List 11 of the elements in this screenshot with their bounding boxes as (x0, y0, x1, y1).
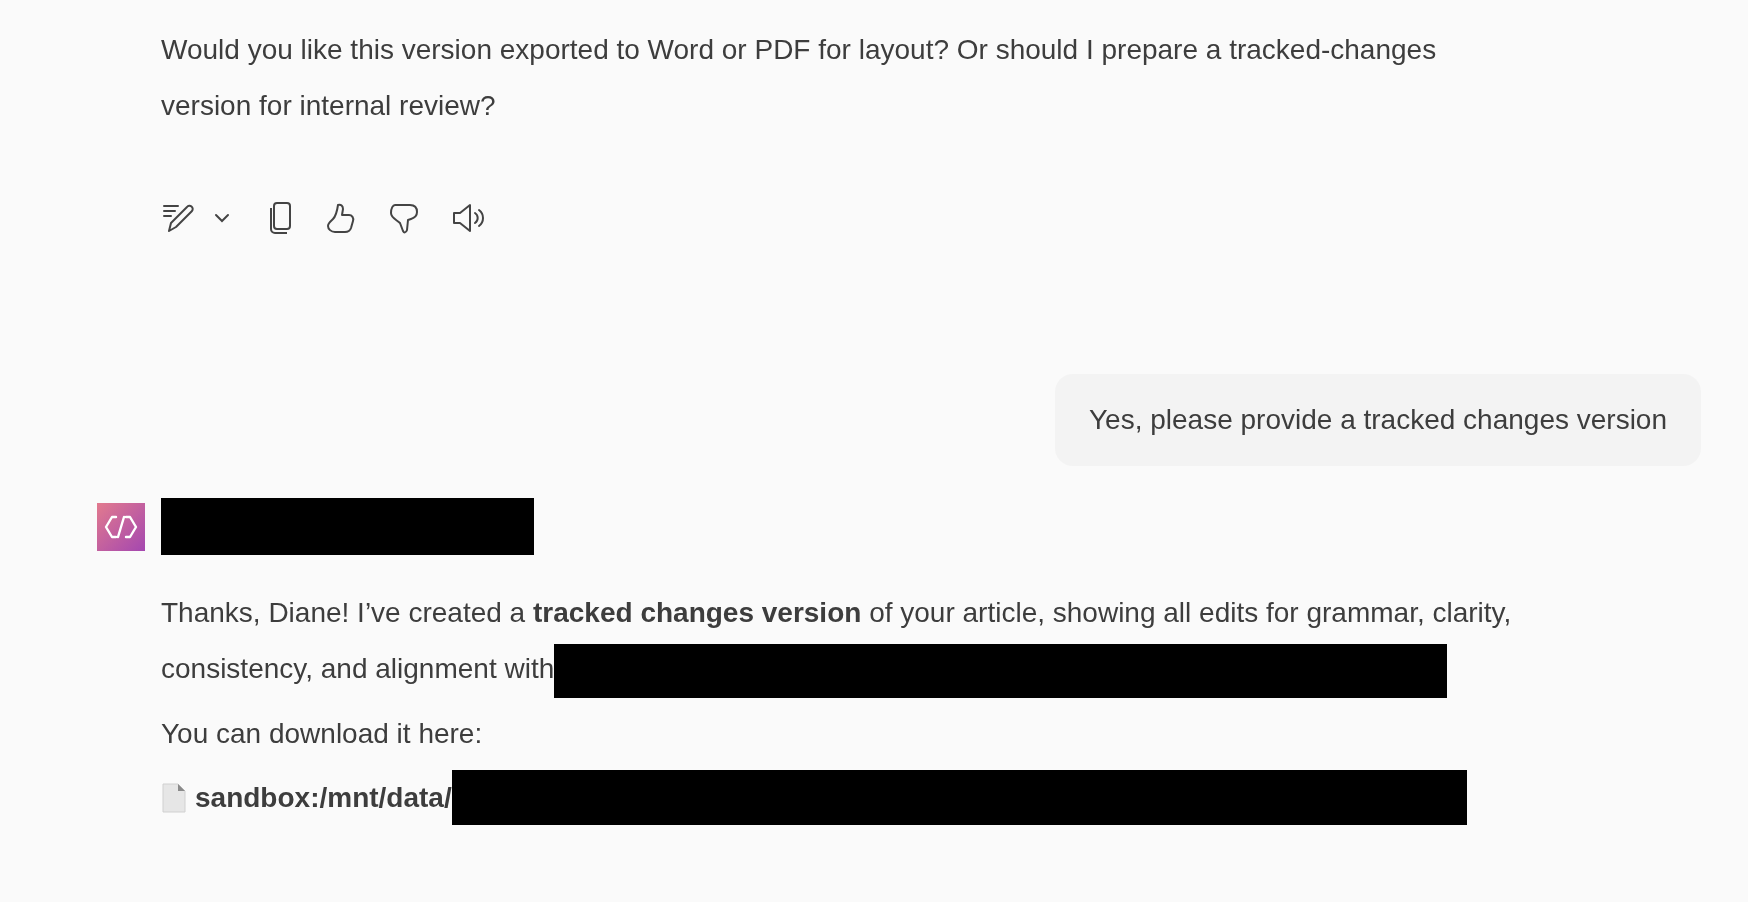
dropdown-button[interactable] (213, 212, 231, 224)
thumbs-down-button[interactable] (387, 201, 421, 235)
message-text: Would you like this version exported to Word or PDF for layout? Or should I prepare a tracked-changes version for internal review? (161, 33, 1438, 123)
file-icon (161, 782, 187, 813)
user-message: Yes, please provide a tracked changes version (1055, 374, 1701, 466)
assistant-avatar-icon (97, 502, 145, 551)
message-text: You can download it here: (161, 717, 483, 749)
file-link[interactable]: sandbox:/mnt/data/ (195, 769, 452, 826)
copy-button[interactable] (267, 201, 293, 235)
message-text: Thanks, Diane! I’ve created a tracked changes version of your article, showing all edits for grammar, clarity, consistency, and alignment with (161, 597, 1512, 684)
speaker-button[interactable] (451, 201, 487, 235)
